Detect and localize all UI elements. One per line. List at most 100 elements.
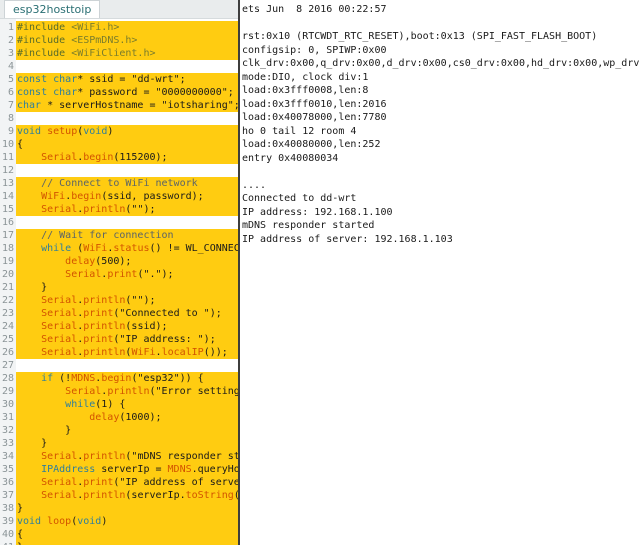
line-number: 15 — [1, 204, 14, 215]
serial-monitor[interactable]: ets Jun 8 2016 00:22:57 rst:0x10 (RTCWDT_… — [238, 0, 640, 545]
serial-output-line: .... — [242, 179, 267, 191]
code-line: 32 } — [0, 424, 238, 437]
serial-output-line: Connected to dd-wrt — [242, 193, 357, 204]
line-number: 32 — [1, 425, 14, 436]
selection-highlight — [16, 437, 238, 450]
line-number: 12 — [1, 165, 14, 176]
selection-highlight — [16, 541, 238, 545]
serial-output-line: ho 0 tail 12 room 4 — [242, 125, 357, 137]
code-text: const char* ssid = "dd-wrt"; — [17, 74, 186, 85]
code-line: 25 Serial.print("IP address: "); — [0, 333, 238, 346]
line-number: 27 — [1, 360, 14, 371]
line-number: 17 — [1, 230, 14, 241]
code-text: Serial.print("IP address: "); — [41, 334, 216, 345]
code-text: Serial.println("Error setting up — [65, 386, 238, 397]
code-text: } — [17, 282, 48, 293]
code-text: void setup(void) — [17, 126, 114, 137]
code-line: 33 } — [0, 437, 238, 450]
code-line: 38} — [0, 502, 238, 515]
serial-output-line: load:0x40078000,len:7780 — [242, 112, 387, 123]
selection-highlight — [16, 138, 238, 151]
code-line: 18 while (WiFi.status() != WL_CONNECTED) — [0, 242, 238, 255]
serial-output-line: rst:0x10 (RTCWDT_RTC_RESET),boot:0x13 (S… — [242, 31, 598, 42]
code-text: while(1) { — [65, 399, 126, 410]
code-text: // Connect to WiFi network — [41, 178, 198, 189]
code-line: 8 — [0, 112, 238, 125]
line-number: 9 — [7, 126, 14, 137]
line-number: 23 — [1, 308, 14, 319]
code-text: { — [17, 139, 24, 150]
code-line: 20 Serial.print("."); — [0, 268, 238, 281]
code-line: 37 Serial.println(serverIp.toString()) — [0, 489, 238, 502]
code-line: 7 char * serverHostname = "iotsharing"; — [0, 99, 238, 112]
serial-output-line: IP address: 192.168.1.100 — [242, 206, 393, 218]
code-line: 13 // Connect to WiFi network — [0, 177, 238, 190]
line-number: 1 — [7, 22, 14, 33]
code-line: 4 — [0, 60, 238, 73]
code-text: if (!MDNS.begin("esp32")) { — [41, 373, 204, 384]
line-number: 28 — [1, 373, 14, 384]
line-number: 10 — [1, 139, 14, 150]
code-text: #include <WiFiClient.h> — [17, 48, 156, 59]
serial-output-line: ets Jun 8 2016 00:22:57 — [242, 4, 387, 15]
line-number: 34 — [1, 451, 14, 462]
code-line: 9 void setup(void) — [0, 125, 238, 138]
code-line: 22 Serial.println(""); — [0, 294, 238, 307]
line-number: 40 — [1, 529, 14, 540]
line-number: 4 — [7, 61, 14, 72]
line-number: 24 — [1, 321, 14, 332]
code-text: const char* password = "0000000000"; — [17, 87, 234, 98]
serial-output: ets Jun 8 2016 00:22:57 rst:0x10 (RTCWDT_… — [242, 3, 640, 246]
code-text: Serial.begin(115200); — [41, 152, 168, 163]
code-editor[interactable]: 1 #include <WiFi.h> 2 #include <ESPmDNS.h> 3… — [0, 18, 238, 545]
code-text: Serial.println(WiFi.localIP()); — [41, 347, 228, 358]
code-line: 10{ — [0, 138, 238, 151]
code-text: WiFi.begin(ssid, password); — [41, 191, 204, 202]
code-line: 35 IPAddress serverIp = MDNS.queryHost — [0, 463, 238, 476]
code-text: } — [17, 503, 24, 514]
ide-pane: esp32hosttoip 1 #include <WiFi.h> 2 #includ… — [0, 0, 238, 545]
line-number: 20 — [1, 269, 14, 280]
serial-output-line: mode:DIO, clock div:1 — [242, 71, 369, 83]
line-number: 8 — [7, 113, 14, 124]
code-line: 30 while(1) { — [0, 398, 238, 411]
line-number: 30 — [1, 399, 14, 410]
code-text: Serial.print("Connected to "); — [41, 308, 222, 319]
tab-bar: esp32hosttoip — [0, 0, 238, 18]
code-text: } — [17, 425, 72, 436]
serial-output-line: IP address of server: 192.168.1.103 — [242, 233, 453, 245]
code-line: 26 Serial.println(WiFi.localIP()); — [0, 346, 238, 359]
code-text: char * serverHostname = "iotsharing"; — [17, 100, 238, 111]
line-number: 2 — [7, 35, 14, 46]
code-text: void loop(void) — [17, 516, 108, 527]
code-line: 29 Serial.println("Error setting up — [0, 385, 238, 398]
line-number: 11 — [1, 152, 14, 163]
line-number: 13 — [1, 178, 14, 189]
serial-output-line: configsip: 0, SPIWP:0x00 — [242, 44, 387, 56]
code-text: } — [17, 541, 23, 545]
code-text: while (WiFi.status() != WL_CONNECTED) — [41, 243, 238, 254]
code-line: 2 #include <ESPmDNS.h> — [0, 34, 238, 47]
code-line: 12 — [0, 164, 238, 177]
code-text: delay(500); — [65, 256, 132, 267]
line-number: 41 — [0, 541, 14, 545]
line-number: 38 — [1, 503, 14, 514]
code-line: 19 delay(500); — [0, 255, 238, 268]
serial-output-line: load:0x40080000,len:252 — [242, 139, 381, 150]
line-number: 37 — [1, 490, 14, 501]
line-number: 19 — [1, 256, 14, 267]
line-number: 21 — [1, 282, 14, 293]
line-number: 16 — [1, 217, 14, 228]
code-line: 5 const char* ssid = "dd-wrt"; — [0, 73, 238, 86]
code-line: 34 Serial.println("mDNS responder start — [0, 450, 238, 463]
code-text: Serial.println(serverIp.toString()) — [41, 490, 238, 501]
code-text: delay(1000); — [89, 412, 162, 423]
code-text: Serial.println(""); — [41, 204, 156, 215]
line-number: 6 — [7, 87, 14, 98]
code-text: Serial.print("."); — [65, 269, 174, 280]
code-line: 6 const char* password = "0000000000"; — [0, 86, 238, 99]
tab-sketch[interactable]: esp32hosttoip — [4, 0, 101, 18]
code-text: #include <ESPmDNS.h> — [17, 35, 138, 46]
code-line: 14 WiFi.begin(ssid, password); — [0, 190, 238, 203]
code-line: 16 — [0, 216, 238, 229]
